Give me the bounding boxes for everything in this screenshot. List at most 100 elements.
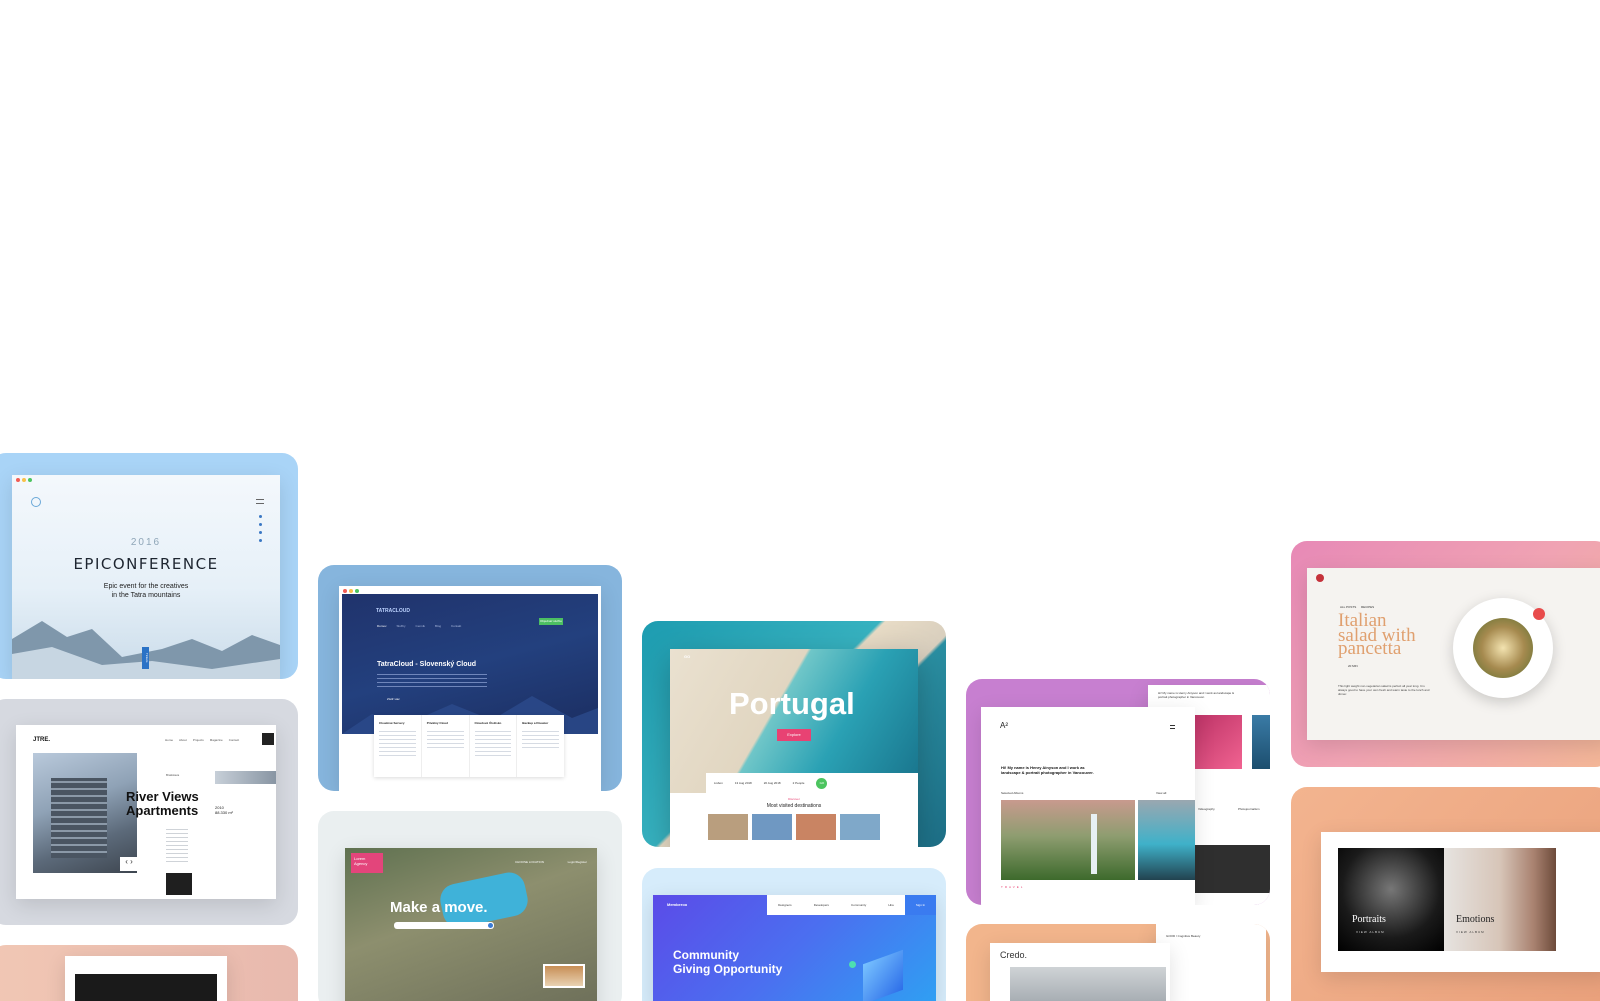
card-portugal[interactable]: GO Portugal Explore Lisbon 13 Aug 2018 2… (642, 621, 946, 847)
salad-screenshot: ALL POSTS RECIPES Italian salad with pan… (1307, 568, 1600, 740)
tickets-tab[interactable]: Tickets (142, 647, 149, 669)
destination-thumb[interactable] (796, 814, 836, 840)
salad-body: This light weight non-vegetarian salad i… (1338, 684, 1430, 696)
jtre-title-2: Apartments (126, 803, 199, 818)
community-nav-item[interactable]: Designers (778, 903, 792, 907)
card-jtre[interactable]: JTRE. Home About Projects Magazine Conta… (0, 699, 298, 925)
waterfall-photo (1001, 800, 1135, 880)
lake-photo (1138, 800, 1195, 880)
favorite-icon[interactable] (1533, 608, 1545, 620)
epic-subtitle-2: in the Tatra mountains (111, 592, 181, 599)
cloud-nav-item[interactable]: Domov (377, 624, 387, 628)
salad-cat-1[interactable]: ALL POSTS (1340, 605, 1356, 609)
destinations-kicker: Discover (788, 797, 800, 801)
card-credo[interactable]: GOOD / Cognitive Beauty Credo. (966, 924, 1270, 1001)
credo-side-screenshot: GOOD / Cognitive Beauty (1156, 924, 1266, 1001)
henry-label: Selected Albums (1001, 791, 1024, 795)
peach-screenshot (65, 956, 227, 1001)
city-field[interactable]: Lisbon (714, 781, 723, 785)
signin-button[interactable]: Sign In (905, 895, 936, 915)
community-nav-item[interactable]: Hire (888, 903, 894, 907)
cloud-nav-item[interactable]: Kontakt (451, 624, 461, 628)
portraits-label: Portraits (1352, 914, 1386, 925)
move-title: Make a move. (390, 899, 488, 916)
cloud-link[interactable]: Zistiť viac (387, 697, 400, 701)
cloud-column[interactable]: Cloudové Servery (374, 715, 422, 777)
cloud-hero: TATRACLOUD Domov Služby Cenník Blog Kont… (342, 594, 598, 734)
cloud-logo: TATRACLOUD (376, 608, 410, 614)
cloud-column[interactable]: Privátny Cloud (422, 715, 470, 777)
epic-subtitle-1: Epic event for the creatives (103, 583, 189, 590)
search-icon[interactable] (488, 923, 493, 928)
jtre-nav[interactable]: Home About Projects Magazine Contact (165, 738, 239, 742)
card-peach-partial[interactable] (0, 945, 298, 1001)
henry-brand: TRAVEL (1001, 885, 1025, 889)
card-henry[interactable]: Hi! My name is Henry Ainyson and I work … (966, 679, 1270, 905)
portraits-tile[interactable]: Portraits VIEW ALBUM (1338, 848, 1444, 951)
move-location[interactable]: CHOOSE LOCATION (515, 860, 544, 864)
jtre-kicker: Bratislava (166, 773, 180, 777)
jtre-nav-item[interactable]: Contact (229, 738, 239, 742)
destination-thumb[interactable] (752, 814, 792, 840)
cloud-column[interactable]: Cloudové Úložisko (470, 715, 518, 777)
jtre-nav-item[interactable]: Projects (193, 738, 204, 742)
jtre-menu-button[interactable] (262, 733, 274, 745)
jtre-dark-thumb (166, 873, 192, 895)
salad-cat-2[interactable]: RECIPES (1361, 605, 1374, 609)
menu-icon[interactable] (256, 499, 264, 504)
jtre-area: 88.330 m² (215, 810, 234, 815)
slider-arrows[interactable]: ‹ › (120, 857, 138, 871)
salad-title-3: pancetta (1338, 638, 1402, 659)
cloud-cta-button[interactable]: Objednať službu (539, 618, 563, 625)
henry-menu-icon[interactable] (1170, 725, 1175, 729)
jtre-thumb (215, 771, 276, 784)
explore-button[interactable]: Explore (777, 729, 811, 741)
cloud-nav-item[interactable]: Cenník (416, 624, 426, 628)
card-salad[interactable]: ALL POSTS RECIPES Italian salad with pan… (1291, 541, 1600, 767)
epic-year: 2016 (130, 537, 162, 548)
jtre-nav-item[interactable]: Magazine (210, 738, 223, 742)
community-nav-item[interactable]: Community (851, 903, 866, 907)
henry-cat-2[interactable]: Photojournalism (1238, 807, 1260, 811)
henry-cat-1[interactable]: Videography (1198, 807, 1215, 811)
card-make-a-move[interactable]: Lorem Agency CHOOSE LOCATION Login/Regist… (318, 811, 622, 1001)
destination-thumb[interactable] (708, 814, 748, 840)
emotions-view[interactable]: VIEW ALBUM (1456, 930, 1485, 934)
epic-screenshot: 2016 EPICONFERENCE Epic event for the cr… (12, 475, 280, 679)
community-screenshot: Memberoo Designers Developers Community … (653, 895, 936, 1001)
community-nav[interactable]: Designers Developers Community Hire (767, 895, 905, 915)
move-login[interactable]: Login/Register (568, 860, 587, 864)
destination-thumb[interactable] (840, 814, 880, 840)
card-epiconference[interactable]: 2016 EPICONFERENCE Epic event for the cr… (0, 453, 298, 679)
jtre-nav-item[interactable]: About (179, 738, 187, 742)
move-search-input[interactable] (394, 922, 494, 929)
henry-side-photo-2 (1252, 715, 1270, 769)
community-nav-item[interactable]: Developers (814, 903, 829, 907)
cloud-nav[interactable]: Domov Služby Cenník Blog Kontakt (377, 624, 461, 628)
card-tatracloud[interactable]: TATRACLOUD Domov Služby Cenník Blog Kont… (318, 565, 622, 791)
cloud-nav-item[interactable]: Blog (435, 624, 441, 628)
portugal-logo: GO (684, 654, 691, 659)
jtre-screenshot: JTRE. Home About Projects Magazine Conta… (16, 725, 276, 899)
henry-logo: A² (1000, 721, 1008, 730)
card-gallery[interactable]: Portraits VIEW ALBUM Emotions VIEW ALBUM (1291, 787, 1600, 1001)
jtre-nav-item[interactable]: Home (165, 738, 173, 742)
salad-time: 20 MIN (1348, 664, 1358, 668)
community-logo: Memberoo (667, 902, 688, 907)
move-thumb (543, 964, 585, 988)
jtre-logo: JTRE. (33, 737, 51, 743)
cloud-nav-item[interactable]: Služby (397, 624, 406, 628)
guests-field[interactable]: 2 People (793, 781, 805, 785)
cloud-text-lines (377, 674, 487, 690)
destinations-panel: Discover Most visited destinations (670, 793, 918, 847)
check-in-field[interactable]: 13 Aug 2018 (735, 781, 752, 785)
move-badge: Lorem Agency (351, 853, 383, 873)
henry-view-all[interactable]: View all (1156, 791, 1166, 795)
check-out-field[interactable]: 20 Aug 2018 (764, 781, 781, 785)
showcase-stage: 2016 EPICONFERENCE Epic event for the cr… (0, 0, 1600, 1001)
portraits-view[interactable]: VIEW ALBUM (1356, 930, 1385, 934)
cloud-column[interactable]: Backup a Disaster (517, 715, 564, 777)
card-community[interactable]: Memberoo Designers Developers Community … (642, 868, 946, 1001)
emotions-tile[interactable]: Emotions VIEW ALBUM (1444, 848, 1556, 951)
go-button[interactable]: GO (816, 777, 828, 789)
